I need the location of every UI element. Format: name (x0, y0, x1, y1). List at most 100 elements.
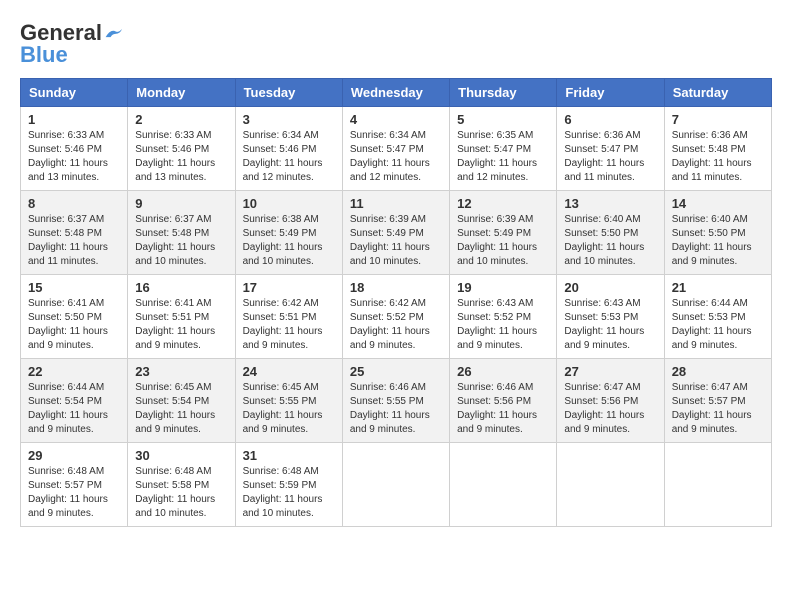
calendar-cell: 27 Sunrise: 6:47 AMSunset: 5:56 PMDayligh… (557, 359, 664, 443)
calendar-day-header: Sunday (21, 79, 128, 107)
day-number: 20 (564, 280, 656, 295)
calendar-week-row: 29 Sunrise: 6:48 AMSunset: 5:57 PMDayligh… (21, 443, 772, 527)
day-number: 5 (457, 112, 549, 127)
day-info: Sunrise: 6:37 AMSunset: 5:48 PMDaylight:… (135, 213, 227, 269)
calendar-cell: 3Sunrise: 6:34 AMSunset: 5:46 PMDaylight… (235, 107, 342, 191)
day-number: 31 (243, 448, 335, 463)
day-number: 27 (564, 364, 656, 379)
calendar-cell: 2 Sunrise: 6:33 AMSunset: 5:46 PMDaylight… (128, 107, 235, 191)
calendar-cell: 9 Sunrise: 6:37 AMSunset: 5:48 PMDaylight… (128, 191, 235, 275)
calendar-cell: 15 Sunrise: 6:41 AMSunset: 5:50 PMDayligh… (21, 275, 128, 359)
calendar-cell: 8 Sunrise: 6:37 AMSunset: 5:48 PMDaylight… (21, 191, 128, 275)
day-info: Sunrise: 6:47 AMSunset: 5:57 PMDaylight:… (672, 381, 764, 437)
day-number: 15 (28, 280, 120, 295)
calendar-cell: 1 Sunrise: 6:33 AMSunset: 5:46 PMDaylight… (21, 107, 128, 191)
day-number: 9 (135, 196, 227, 211)
day-number: 24 (243, 364, 335, 379)
day-number: 30 (135, 448, 227, 463)
day-number: 13 (564, 196, 656, 211)
day-info: Sunrise: 6:44 AMSunset: 5:54 PMDaylight:… (28, 381, 120, 437)
page-header: General Blue (20, 20, 772, 68)
day-number: 17 (243, 280, 335, 295)
calendar-cell (450, 443, 557, 527)
calendar-cell: 23 Sunrise: 6:45 AMSunset: 5:54 PMDayligh… (128, 359, 235, 443)
day-number: 10 (243, 196, 335, 211)
calendar-cell: 14Sunrise: 6:40 AMSunset: 5:50 PMDayligh… (664, 191, 771, 275)
day-info: Sunrise: 6:36 AMSunset: 5:48 PMDaylight:… (672, 129, 764, 185)
calendar-cell: 17 Sunrise: 6:42 AMSunset: 5:51 PMDayligh… (235, 275, 342, 359)
day-number: 26 (457, 364, 549, 379)
day-info: Sunrise: 6:46 AMSunset: 5:55 PMDaylight:… (350, 381, 442, 437)
day-info: Sunrise: 6:48 AMSunset: 5:58 PMDaylight:… (135, 465, 227, 521)
day-info: Sunrise: 6:40 AMSunset: 5:50 PMDaylight:… (564, 213, 656, 269)
day-number: 16 (135, 280, 227, 295)
day-number: 8 (28, 196, 120, 211)
calendar-day-header: Thursday (450, 79, 557, 107)
day-number: 12 (457, 196, 549, 211)
day-info: Sunrise: 6:45 AMSunset: 5:55 PMDaylight:… (243, 381, 335, 437)
day-info: Sunrise: 6:38 AMSunset: 5:49 PMDaylight:… (243, 213, 335, 269)
calendar-cell (664, 443, 771, 527)
day-info: Sunrise: 6:35 AMSunset: 5:47 PMDaylight:… (457, 129, 549, 185)
day-info: Sunrise: 6:40 AMSunset: 5:50 PMDaylight:… (672, 213, 764, 269)
calendar-week-row: 22 Sunrise: 6:44 AMSunset: 5:54 PMDayligh… (21, 359, 772, 443)
calendar-cell: 10 Sunrise: 6:38 AMSunset: 5:49 PMDayligh… (235, 191, 342, 275)
day-info: Sunrise: 6:44 AMSunset: 5:53 PMDaylight:… (672, 297, 764, 353)
day-info: Sunrise: 6:48 AMSunset: 5:57 PMDaylight:… (28, 465, 120, 521)
calendar-cell: 7Sunrise: 6:36 AMSunset: 5:48 PMDaylight… (664, 107, 771, 191)
day-number: 21 (672, 280, 764, 295)
day-number: 3 (243, 112, 335, 127)
day-info: Sunrise: 6:45 AMSunset: 5:54 PMDaylight:… (135, 381, 227, 437)
day-info: Sunrise: 6:48 AMSunset: 5:59 PMDaylight:… (243, 465, 335, 521)
calendar-day-header: Wednesday (342, 79, 449, 107)
calendar-cell: 21 Sunrise: 6:44 AMSunset: 5:53 PMDayligh… (664, 275, 771, 359)
day-info: Sunrise: 6:33 AMSunset: 5:46 PMDaylight:… (28, 129, 120, 185)
day-number: 4 (350, 112, 442, 127)
day-info: Sunrise: 6:33 AMSunset: 5:46 PMDaylight:… (135, 129, 227, 185)
day-number: 25 (350, 364, 442, 379)
day-info: Sunrise: 6:43 AMSunset: 5:53 PMDaylight:… (564, 297, 656, 353)
calendar-cell: 30 Sunrise: 6:48 AMSunset: 5:58 PMDayligh… (128, 443, 235, 527)
day-number: 19 (457, 280, 549, 295)
calendar-cell (557, 443, 664, 527)
day-number: 2 (135, 112, 227, 127)
calendar-cell: 19Sunrise: 6:43 AMSunset: 5:52 PMDayligh… (450, 275, 557, 359)
calendar-cell: 29 Sunrise: 6:48 AMSunset: 5:57 PMDayligh… (21, 443, 128, 527)
day-info: Sunrise: 6:46 AMSunset: 5:56 PMDaylight:… (457, 381, 549, 437)
day-info: Sunrise: 6:42 AMSunset: 5:52 PMDaylight:… (350, 297, 442, 353)
day-info: Sunrise: 6:34 AMSunset: 5:47 PMDaylight:… (350, 129, 442, 185)
logo-blue: Blue (20, 42, 68, 68)
day-number: 29 (28, 448, 120, 463)
calendar-cell: 28 Sunrise: 6:47 AMSunset: 5:57 PMDayligh… (664, 359, 771, 443)
day-number: 6 (564, 112, 656, 127)
calendar-cell: 16Sunrise: 6:41 AMSunset: 5:51 PMDayligh… (128, 275, 235, 359)
logo: General Blue (20, 20, 122, 68)
calendar-cell: 13 Sunrise: 6:40 AMSunset: 5:50 PMDayligh… (557, 191, 664, 275)
calendar-day-header: Saturday (664, 79, 771, 107)
logo-bird-icon (104, 27, 122, 39)
day-number: 18 (350, 280, 442, 295)
calendar-cell: 4 Sunrise: 6:34 AMSunset: 5:47 PMDaylight… (342, 107, 449, 191)
calendar-day-header: Tuesday (235, 79, 342, 107)
day-number: 23 (135, 364, 227, 379)
day-info: Sunrise: 6:39 AMSunset: 5:49 PMDaylight:… (457, 213, 549, 269)
calendar-table: SundayMondayTuesdayWednesdayThursdayFrid… (20, 78, 772, 527)
day-number: 28 (672, 364, 764, 379)
calendar-cell: 6 Sunrise: 6:36 AMSunset: 5:47 PMDaylight… (557, 107, 664, 191)
calendar-cell: 12 Sunrise: 6:39 AMSunset: 5:49 PMDayligh… (450, 191, 557, 275)
calendar-cell: 11 Sunrise: 6:39 AMSunset: 5:49 PMDayligh… (342, 191, 449, 275)
day-info: Sunrise: 6:39 AMSunset: 5:49 PMDaylight:… (350, 213, 442, 269)
day-info: Sunrise: 6:42 AMSunset: 5:51 PMDaylight:… (243, 297, 335, 353)
calendar-cell: 26 Sunrise: 6:46 AMSunset: 5:56 PMDayligh… (450, 359, 557, 443)
calendar-cell: 18 Sunrise: 6:42 AMSunset: 5:52 PMDayligh… (342, 275, 449, 359)
day-number: 1 (28, 112, 120, 127)
day-info: Sunrise: 6:41 AMSunset: 5:50 PMDaylight:… (28, 297, 120, 353)
day-info: Sunrise: 6:36 AMSunset: 5:47 PMDaylight:… (564, 129, 656, 185)
day-number: 22 (28, 364, 120, 379)
calendar-cell: 20 Sunrise: 6:43 AMSunset: 5:53 PMDayligh… (557, 275, 664, 359)
day-info: Sunrise: 6:37 AMSunset: 5:48 PMDaylight:… (28, 213, 120, 269)
day-info: Sunrise: 6:47 AMSunset: 5:56 PMDaylight:… (564, 381, 656, 437)
calendar-day-header: Monday (128, 79, 235, 107)
calendar-week-row: 15 Sunrise: 6:41 AMSunset: 5:50 PMDayligh… (21, 275, 772, 359)
day-number: 11 (350, 196, 442, 211)
